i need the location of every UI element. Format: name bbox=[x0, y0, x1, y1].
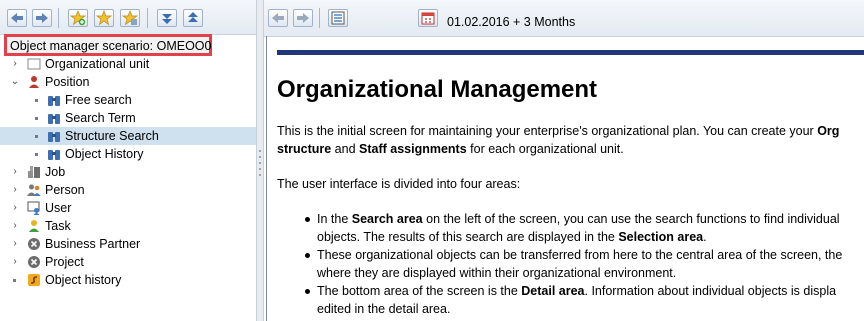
left-toolbar bbox=[0, 0, 258, 35]
expand-arrow-icon[interactable]: › bbox=[10, 253, 20, 271]
bullet-2-line-1: These organizational objects can be tran… bbox=[317, 248, 843, 262]
right-toolbar: 01.02.2016 + 3 Months bbox=[264, 0, 864, 37]
page-title: Organizational Management bbox=[277, 76, 598, 103]
tree-node-free-search[interactable]: Free search bbox=[0, 91, 256, 109]
tree-node-project[interactable]: › Project bbox=[0, 253, 256, 271]
tree-node-structure-search[interactable]: Structure Search bbox=[0, 127, 256, 145]
org-unit-icon bbox=[27, 57, 41, 71]
collapse-button[interactable] bbox=[183, 9, 203, 27]
bullet-1-line-2: objects. The results of this search are … bbox=[317, 230, 707, 244]
bullet-1-line-1: In the Search area on the left of the sc… bbox=[317, 212, 840, 226]
tree-node-object-history-search[interactable]: Object History bbox=[0, 145, 256, 163]
tree-node-business-partner[interactable]: › Business Partner bbox=[0, 235, 256, 253]
back-icon bbox=[11, 13, 23, 23]
favorites-icon bbox=[96, 10, 112, 26]
binoculars-icon bbox=[47, 111, 61, 125]
tree-node-person[interactable]: › Person bbox=[0, 181, 256, 199]
header-bar bbox=[277, 50, 864, 55]
list-icon bbox=[331, 11, 345, 25]
back-button[interactable] bbox=[7, 9, 27, 27]
expand-arrow-icon[interactable]: › bbox=[10, 163, 20, 181]
task-icon bbox=[27, 219, 41, 233]
add-favorite-button[interactable] bbox=[68, 9, 88, 27]
user-icon bbox=[27, 201, 41, 215]
expand-arrow-icon[interactable]: › bbox=[10, 217, 20, 235]
calendar-icon bbox=[421, 12, 435, 25]
search-area-pane: Object manager scenario: OMEOO0 › Organi… bbox=[0, 0, 258, 321]
position-icon bbox=[27, 75, 41, 89]
project-icon bbox=[27, 255, 41, 269]
intro-line-2: structure and Staff assignments for each… bbox=[277, 142, 624, 156]
tree-node-object-history[interactable]: Object history bbox=[0, 271, 256, 289]
forward-icon bbox=[36, 13, 48, 23]
list-view-button[interactable] bbox=[328, 9, 348, 27]
tree-node-search-term[interactable]: Search Term bbox=[0, 109, 256, 127]
add-favorite-icon bbox=[70, 10, 86, 26]
overview-pane: 01.02.2016 + 3 Months Organizational Man… bbox=[264, 0, 864, 321]
business-partner-icon bbox=[27, 237, 41, 251]
collapse-icon bbox=[188, 12, 198, 22]
bullet-marker bbox=[305, 253, 310, 258]
forward-button[interactable] bbox=[32, 9, 52, 27]
object-history-icon bbox=[27, 273, 41, 287]
tree-node-task[interactable]: › Task bbox=[0, 217, 256, 235]
tree-node-organizational-unit[interactable]: › Organizational unit bbox=[0, 55, 256, 73]
tree-node-user[interactable]: › User bbox=[0, 199, 256, 217]
object-manager-scenario: Object manager scenario: OMEOO0 bbox=[4, 34, 212, 56]
favorites-button[interactable] bbox=[94, 9, 114, 27]
expand-button[interactable] bbox=[157, 9, 177, 27]
binoculars-icon bbox=[47, 129, 61, 143]
pane-splitter[interactable] bbox=[256, 0, 264, 321]
back-button[interactable] bbox=[268, 9, 288, 27]
tree-node-position[interactable]: ⌄ Position bbox=[0, 73, 256, 91]
expand-arrow-icon[interactable]: › bbox=[10, 181, 20, 199]
bullet-marker bbox=[305, 217, 310, 222]
back-icon bbox=[272, 13, 284, 23]
date-period-button[interactable] bbox=[418, 9, 438, 27]
bullet-marker bbox=[305, 289, 310, 294]
binoculars-icon bbox=[47, 93, 61, 107]
job-icon bbox=[27, 165, 41, 179]
bullet-2-line-2: where they are displayed within their or… bbox=[317, 266, 677, 280]
areas-intro: The user interface is divided into four … bbox=[277, 177, 521, 191]
person-icon bbox=[27, 183, 41, 197]
content-frame: Organizational Management This is the in… bbox=[266, 36, 864, 321]
favorites-edit-button[interactable] bbox=[120, 9, 140, 27]
bullet-3-line-2: edited in the detail area. bbox=[317, 302, 451, 316]
binoculars-icon bbox=[47, 147, 61, 161]
tree-node-job[interactable]: › Job bbox=[0, 163, 256, 181]
expand-arrow-icon[interactable]: › bbox=[10, 55, 20, 73]
collapse-arrow-icon[interactable]: ⌄ bbox=[10, 73, 20, 91]
expand-icon bbox=[162, 14, 172, 24]
expand-arrow-icon[interactable]: › bbox=[10, 199, 20, 217]
date-range-label: 01.02.2016 + 3 Months bbox=[447, 15, 576, 29]
forward-button[interactable] bbox=[293, 9, 313, 27]
intro-line-1: This is the initial screen for maintaini… bbox=[277, 124, 840, 138]
forward-icon bbox=[297, 13, 309, 23]
bullet-3-line-1: The bottom area of the screen is the Det… bbox=[317, 284, 837, 298]
favorites-edit-icon bbox=[122, 10, 138, 26]
expand-arrow-icon[interactable]: › bbox=[10, 235, 20, 253]
